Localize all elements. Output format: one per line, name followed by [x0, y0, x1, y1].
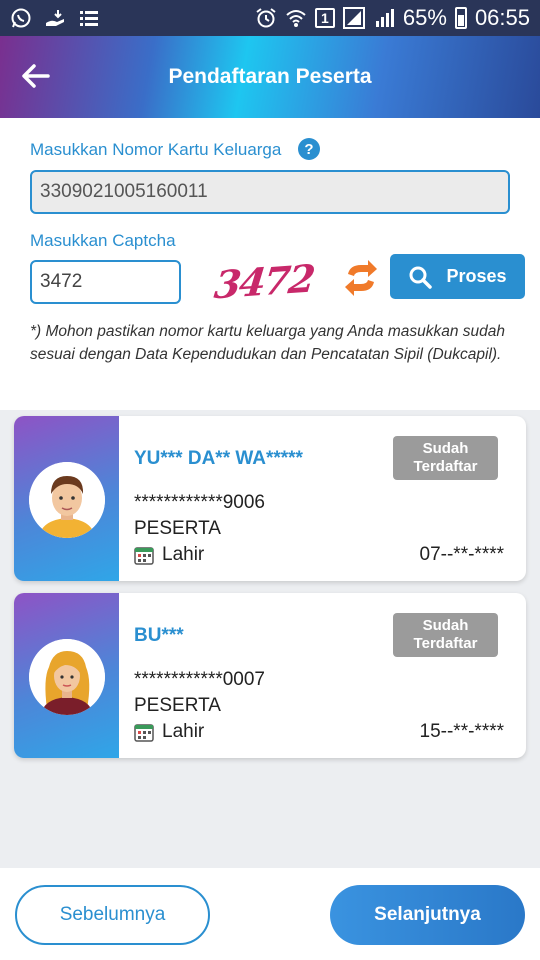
- status-badge: Sudah Terdaftar: [393, 436, 498, 480]
- back-button[interactable]: [18, 58, 54, 94]
- sim-icon: 1: [314, 8, 335, 28]
- status-left-icons: [10, 7, 100, 29]
- participant-nik: ************9006: [134, 492, 265, 513]
- battery-percent: 65%: [402, 5, 447, 30]
- wifi-icon: [285, 7, 307, 29]
- refresh-captcha-button[interactable]: [342, 258, 380, 298]
- captcha-image: 3472: [212, 255, 316, 307]
- female-avatar-icon: [29, 639, 105, 715]
- birth-row: Lahir: [134, 721, 204, 743]
- refresh-icon: [345, 260, 377, 296]
- participant-card[interactable]: YU*** DA** WA***** Sudah Terdaftar *****…: [14, 416, 526, 581]
- status-right-icons: 1 65% 06:55: [255, 5, 530, 31]
- battery-icon: [454, 7, 467, 29]
- signal-icon: [373, 7, 395, 29]
- participant-name: YU*** DA** WA*****: [134, 448, 303, 469]
- bottom-bar: Sebelumnya Selanjutnya: [0, 868, 540, 960]
- calendar-icon: [134, 547, 154, 565]
- participant-nik: ************0007: [134, 669, 265, 690]
- previous-button[interactable]: Sebelumnya: [15, 885, 210, 945]
- participant-card[interactable]: BU*** Sudah Terdaftar ************0007 P…: [14, 593, 526, 758]
- participant-role: PESERTA: [134, 518, 221, 539]
- next-button[interactable]: Selanjutnya: [330, 885, 525, 945]
- app-header: Pendaftaran Peserta: [0, 36, 540, 118]
- birth-value: 07--**-****: [419, 544, 504, 565]
- participant-role: PESERTA: [134, 695, 221, 716]
- birth-label: Lahir: [162, 721, 205, 742]
- captcha-input[interactable]: [30, 260, 181, 304]
- hand-icon: [44, 7, 66, 29]
- search-form: Masukkan Nomor Kartu Keluarga ? Masukkan…: [0, 118, 540, 410]
- kk-label: Masukkan Nomor Kartu Keluarga: [30, 140, 282, 159]
- status-bar: 1 65% 06:55: [0, 0, 540, 36]
- badge-line1: Sudah: [422, 617, 469, 634]
- kk-number-field[interactable]: [30, 170, 510, 214]
- badge-line2: Terdaftar: [413, 635, 478, 652]
- proses-label: Proses: [446, 266, 507, 286]
- captcha-label: Masukkan Captcha: [30, 231, 176, 250]
- birth-row: Lahir: [134, 544, 204, 566]
- calendar-icon: [134, 724, 154, 742]
- badge-line1: Sudah: [422, 440, 469, 457]
- status-badge: Sudah Terdaftar: [393, 613, 498, 657]
- help-icon[interactable]: ?: [298, 138, 320, 160]
- whatsapp-icon: [10, 7, 32, 29]
- list-icon: [78, 7, 100, 29]
- kk-note: *) Mohon pastikan nomor kartu keluarga y…: [30, 323, 506, 363]
- participant-name: BU***: [134, 625, 184, 646]
- signal-icon: [342, 7, 365, 29]
- clock: 06:55: [474, 5, 530, 30]
- alarm-icon: [255, 7, 277, 29]
- arrow-left-icon: [22, 64, 50, 88]
- birth-value: 15--**-****: [419, 721, 504, 742]
- badge-line2: Terdaftar: [413, 458, 478, 475]
- birth-label: Lahir: [162, 544, 205, 565]
- page-title: Pendaftaran Peserta: [168, 65, 372, 88]
- male-avatar-icon: [29, 462, 105, 538]
- proses-button[interactable]: Proses: [390, 254, 525, 299]
- search-icon: [409, 266, 433, 289]
